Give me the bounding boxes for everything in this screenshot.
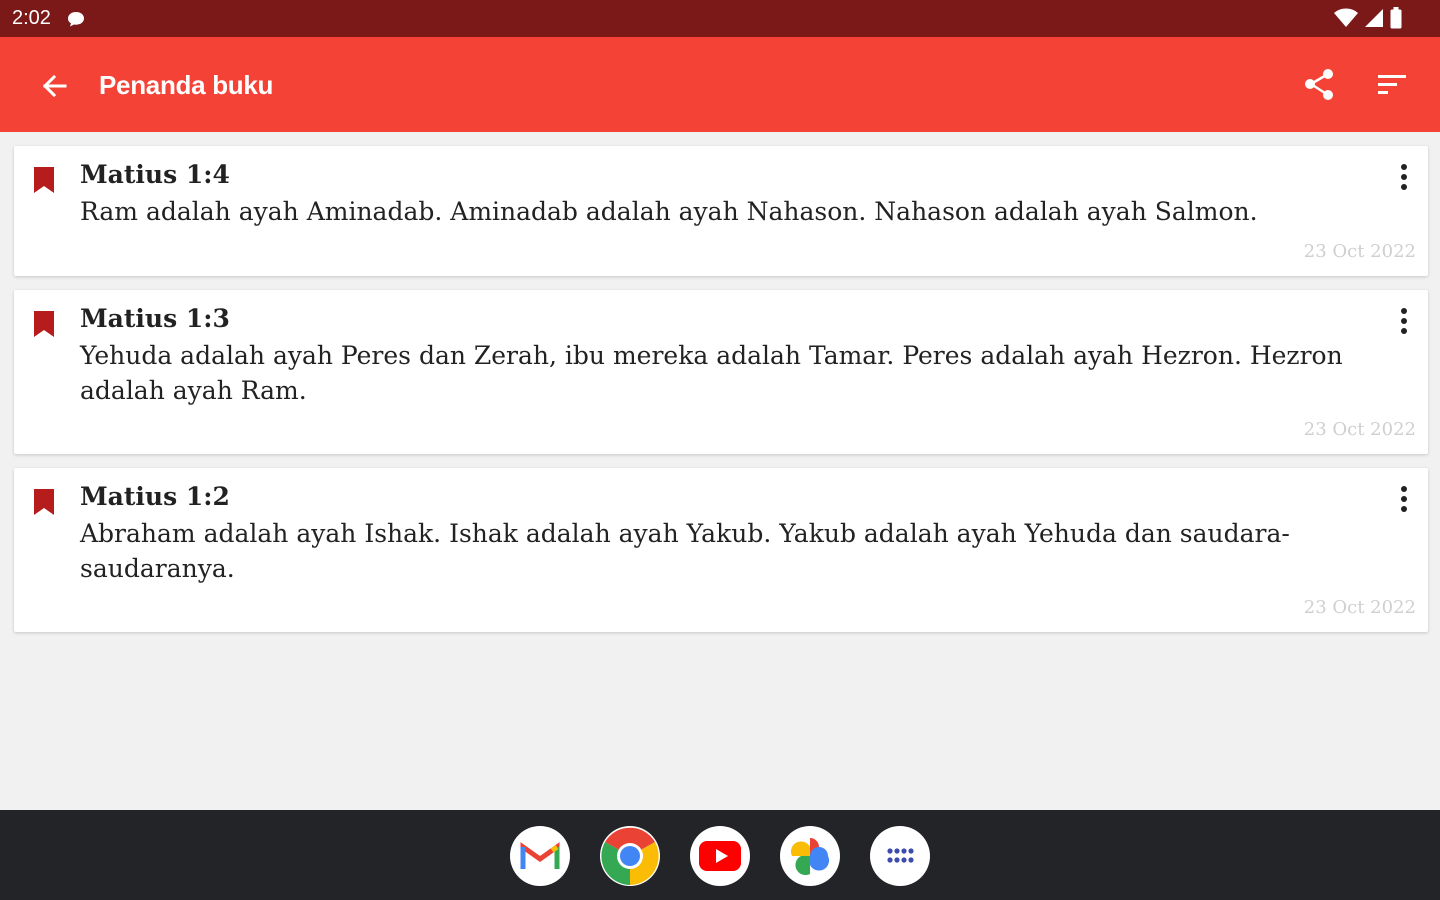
sort-button[interactable]: [1372, 65, 1412, 105]
more-vert-icon: [1401, 308, 1407, 334]
back-button[interactable]: [34, 66, 74, 106]
share-button[interactable]: [1300, 65, 1340, 105]
chrome-app-button[interactable]: [600, 826, 660, 886]
share-icon: [1305, 69, 1333, 100]
more-vert-icon: [1401, 486, 1407, 512]
bookmark-card[interactable]: Matius 1:4 Ram adalah ayah Aminadab. Ami…: [14, 146, 1428, 276]
message-notification-icon: [68, 12, 84, 27]
more-vert-icon: [1401, 164, 1407, 190]
bookmark-date: 23 Oct 2022: [1303, 241, 1416, 262]
bookmark-verse: Yehuda adalah ayah Peres dan Zerah, ibu …: [80, 341, 1343, 405]
arrow-back-icon: [42, 74, 67, 98]
cellular-signal-icon: [1365, 9, 1383, 27]
app-drawer-button[interactable]: [870, 826, 930, 886]
bookmark-reference: Matius 1:4: [80, 160, 230, 189]
youtube-app-button[interactable]: [690, 826, 750, 886]
wifi-icon: [1334, 8, 1358, 27]
status-time: 2:02: [12, 7, 51, 29]
gmail-app-button[interactable]: [510, 826, 570, 886]
taskbar: [0, 810, 1440, 900]
more-options-button[interactable]: [1394, 306, 1414, 336]
bookmark-card[interactable]: Matius 1:2 Abraham adalah ayah Ishak. Is…: [14, 468, 1428, 632]
gmail-icon: [520, 842, 560, 869]
bookmark-icon: [34, 167, 54, 193]
app-bar: Penanda buku: [0, 37, 1440, 132]
page-title: Penanda buku: [99, 70, 274, 100]
bookmark-date: 23 Oct 2022: [1303, 597, 1416, 618]
youtube-icon: [699, 841, 741, 871]
photos-app-button[interactable]: [780, 826, 840, 886]
app-drawer-icon: [887, 848, 914, 863]
chrome-icon: [601, 827, 659, 885]
more-options-button[interactable]: [1394, 162, 1414, 192]
bookmark-card[interactable]: Matius 1:3 Yehuda adalah ayah Peres dan …: [14, 290, 1428, 454]
status-icons: [1334, 7, 1402, 29]
bookmark-icon: [34, 489, 54, 515]
sort-icon: [1378, 75, 1406, 94]
bookmark-icon: [34, 311, 54, 337]
bookmark-reference: Matius 1:2: [80, 482, 230, 511]
photos-icon: [790, 838, 830, 876]
status-bar: 2:02: [0, 0, 1440, 37]
bookmark-verse: Ram adalah ayah Aminadab. Aminadab adala…: [80, 197, 1258, 226]
bookmark-list: Matius 1:4 Ram adalah ayah Aminadab. Ami…: [14, 146, 1428, 646]
more-options-button[interactable]: [1394, 484, 1414, 514]
bookmark-verse: Abraham adalah ayah Ishak. Ishak adalah …: [80, 519, 1290, 583]
bookmark-reference: Matius 1:3: [80, 304, 230, 333]
battery-icon: [1390, 7, 1402, 29]
bookmark-date: 23 Oct 2022: [1303, 419, 1416, 440]
